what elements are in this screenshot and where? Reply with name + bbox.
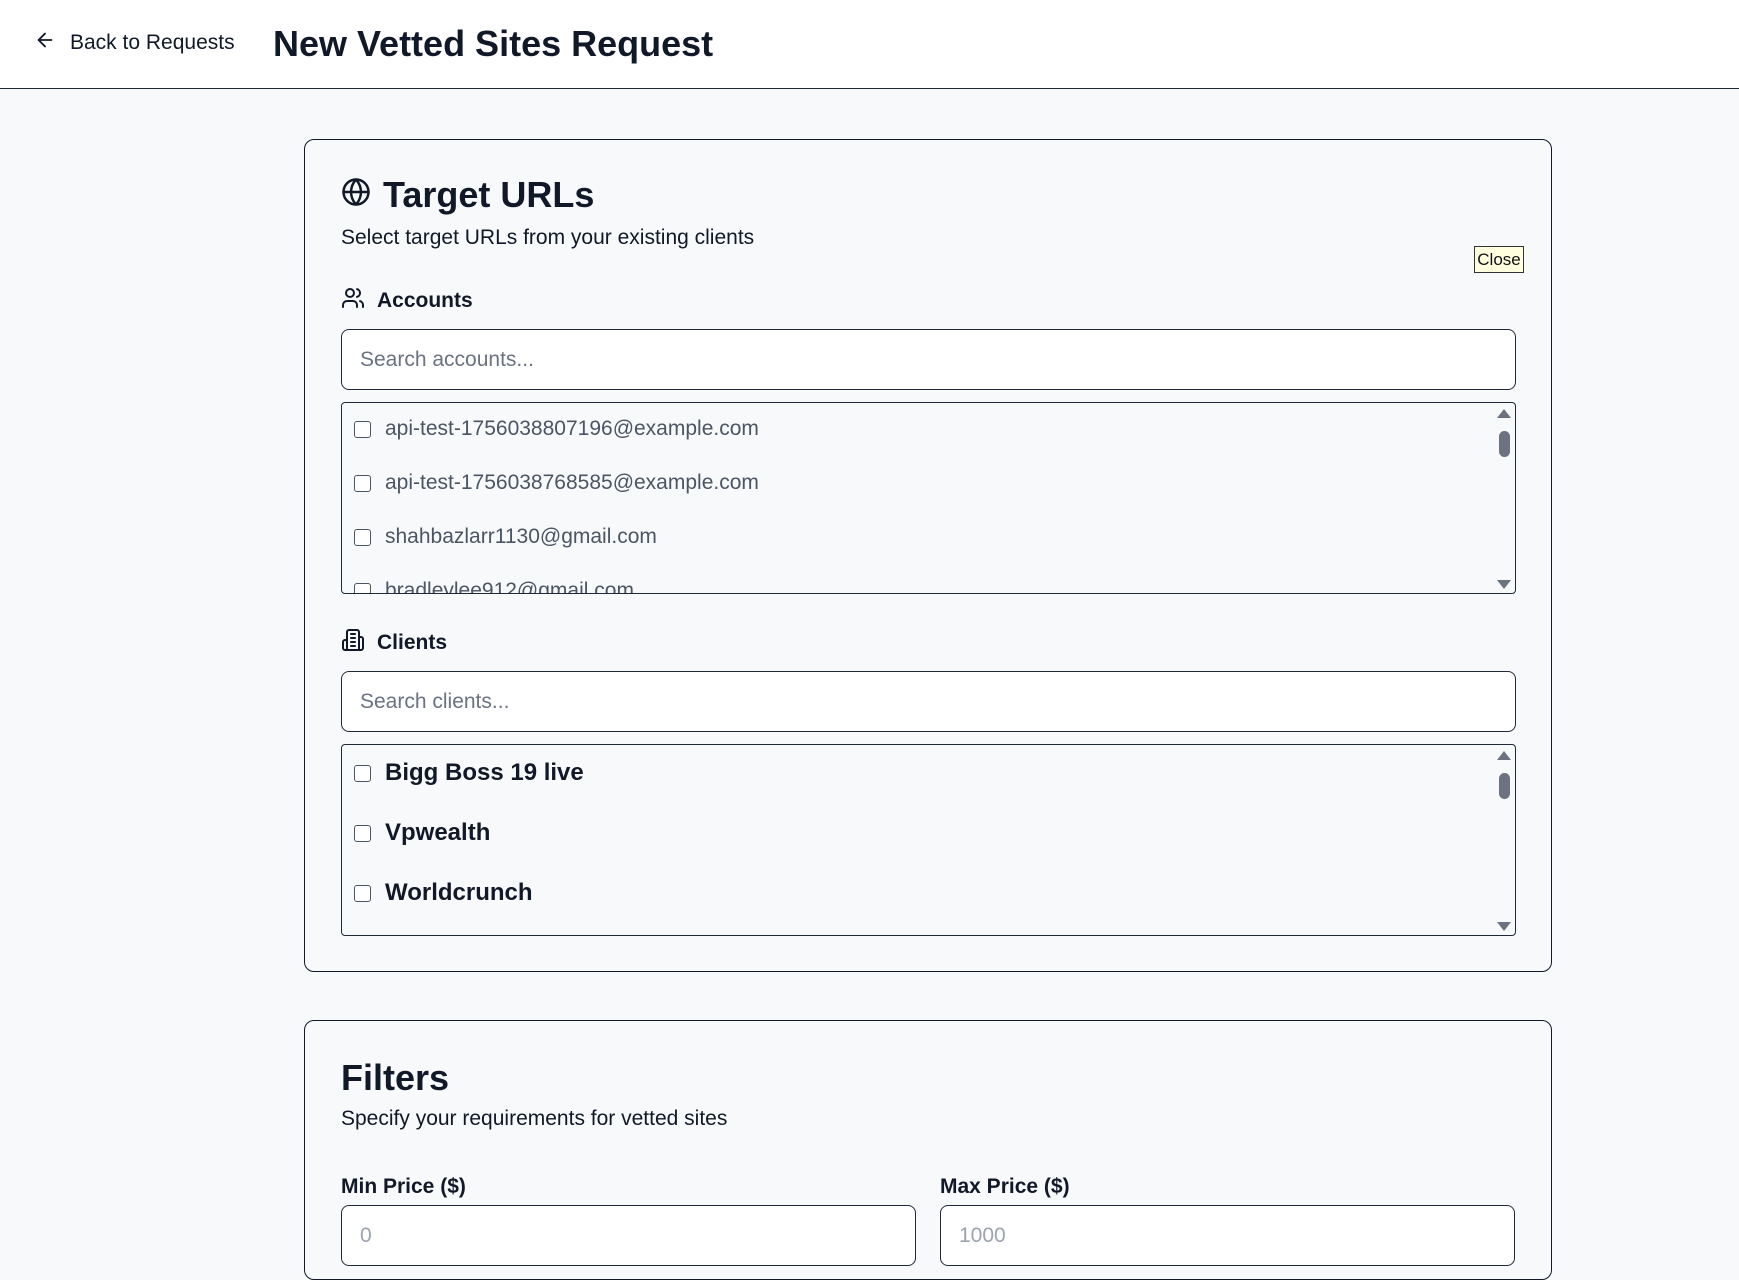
list-item[interactable]: api-test-1756038768585@example.com	[354, 471, 759, 495]
client-name: Bigg Boss 19 live	[385, 759, 584, 786]
target-urls-description: Select target URLs from your existing cl…	[341, 226, 755, 249]
target-urls-title: Target URLs	[383, 174, 595, 215]
building-icon	[341, 628, 365, 658]
clients-label: Clients	[341, 628, 447, 658]
scroll-up-arrow-icon[interactable]	[1497, 751, 1511, 760]
target-urls-heading: Target URLs	[341, 174, 594, 216]
client-name: Vpwealth	[385, 819, 491, 846]
users-icon	[341, 286, 365, 316]
client-name: Worldcrunch	[385, 879, 533, 906]
max-price-input[interactable]	[940, 1205, 1515, 1266]
accounts-label-text: Accounts	[377, 289, 473, 312]
scroll-down-arrow-icon[interactable]	[1497, 922, 1511, 931]
account-email: api-test-1756038807196@example.com	[385, 417, 759, 440]
account-email: bradleylee912@gmail.com	[385, 579, 634, 594]
list-item[interactable]: bradleylee912@gmail.com	[354, 579, 634, 594]
account-checkbox[interactable]	[354, 528, 371, 546]
list-item[interactable]: shahbazlarr1130@gmail.com	[354, 525, 657, 549]
scroll-down-arrow-icon[interactable]	[1497, 580, 1511, 589]
top-bar: Back to Requests New Vetted Sites Reques…	[0, 0, 1739, 89]
account-checkbox[interactable]	[354, 420, 371, 438]
filters-title: Filters	[341, 1057, 450, 1098]
clients-scrollbar[interactable]	[1493, 749, 1515, 933]
accounts-label: Accounts	[341, 286, 473, 316]
close-button[interactable]: Close	[1474, 246, 1524, 273]
min-price-label: Min Price ($)	[341, 1175, 466, 1198]
accounts-scrollbar[interactable]	[1493, 407, 1515, 591]
client-checkbox[interactable]	[354, 824, 371, 842]
filters-description: Specify your requirements for vetted sit…	[341, 1107, 728, 1130]
back-link-label: Back to Requests	[70, 31, 235, 54]
scroll-up-arrow-icon[interactable]	[1497, 409, 1511, 418]
filters-heading: Filters	[341, 1057, 449, 1099]
list-item[interactable]: Bigg Boss 19 live	[354, 759, 584, 787]
list-item[interactable]: api-test-1756038807196@example.com	[354, 417, 759, 441]
min-price-input[interactable]	[341, 1205, 916, 1266]
list-item[interactable]: Vpwealth	[354, 819, 490, 847]
account-checkbox[interactable]	[354, 582, 371, 593]
client-checkbox[interactable]	[354, 764, 371, 782]
client-checkbox[interactable]	[354, 884, 371, 902]
account-email: shahbazlarr1130@gmail.com	[385, 525, 657, 548]
scrollbar-thumb[interactable]	[1499, 431, 1510, 457]
max-price-label: Max Price ($)	[940, 1175, 1070, 1198]
page-title: New Vetted Sites Request	[273, 23, 714, 64]
clients-label-text: Clients	[377, 631, 448, 654]
accounts-search-input[interactable]	[341, 329, 1516, 390]
arrow-left-icon	[34, 29, 56, 57]
list-item[interactable]: Worldcrunch	[354, 879, 533, 907]
account-email: api-test-1756038768585@example.com	[385, 471, 759, 494]
back-to-requests-link[interactable]: Back to Requests	[34, 28, 235, 58]
scrollbar-thumb[interactable]	[1499, 773, 1510, 799]
filters-card: Filters Specify your requirements for ve…	[304, 1020, 1552, 1280]
account-checkbox[interactable]	[354, 474, 371, 492]
clients-list[interactable]: Bigg Boss 19 live Vpwealth Worldcrunch	[341, 744, 1516, 936]
target-urls-card: Target URLs Select target URLs from your…	[304, 139, 1552, 972]
clients-search-input[interactable]	[341, 671, 1516, 732]
globe-icon	[341, 174, 371, 216]
accounts-list[interactable]: api-test-1756038807196@example.com api-t…	[341, 402, 1516, 594]
